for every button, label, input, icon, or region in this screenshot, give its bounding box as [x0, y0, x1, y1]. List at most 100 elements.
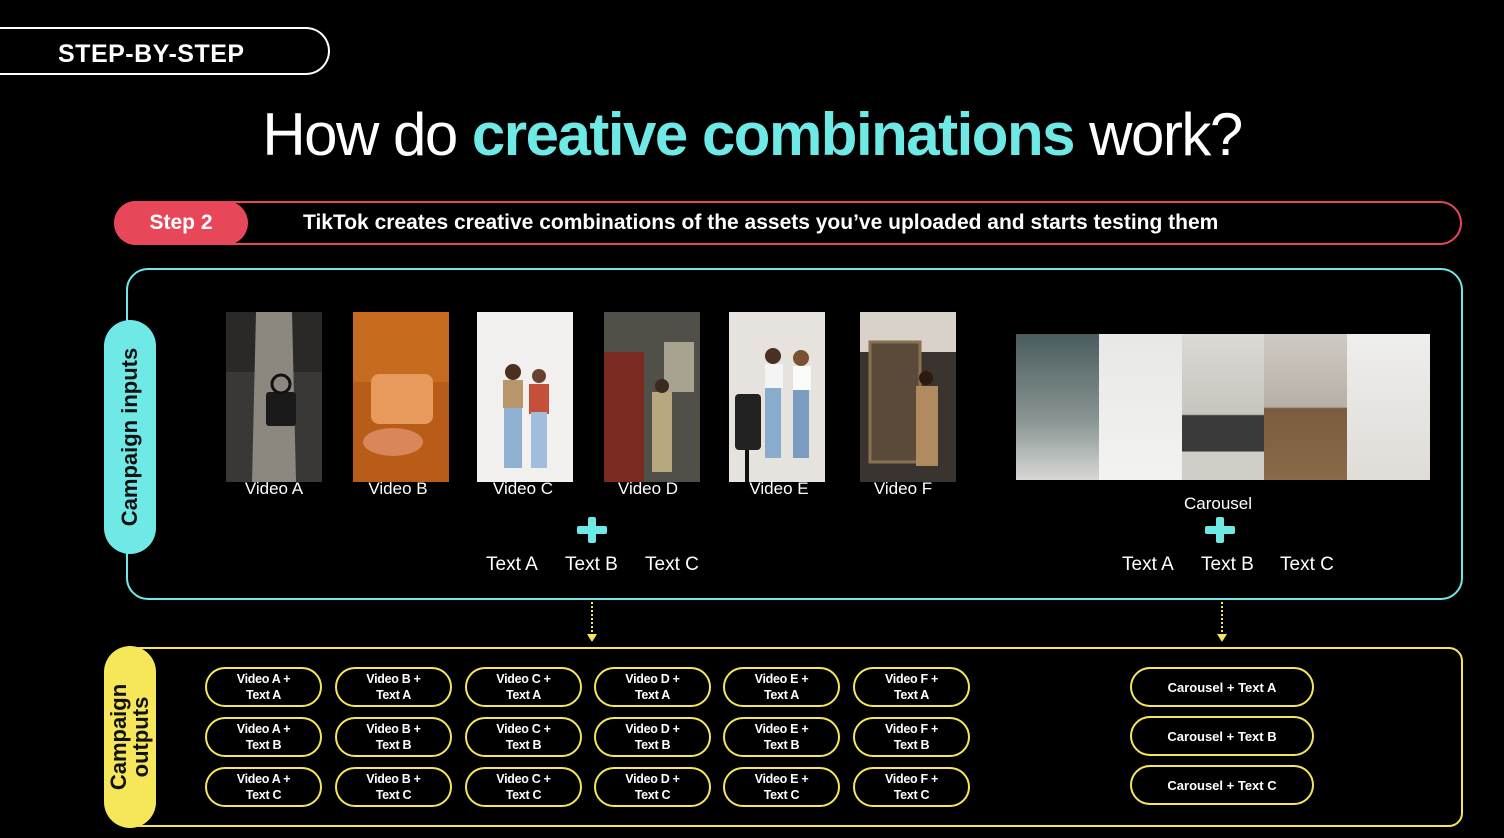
combo-text: Text C — [763, 788, 800, 802]
plus-icon-carousel — [1205, 517, 1235, 547]
combo-video: Video D + — [625, 772, 680, 786]
carousel-text-a: Text A — [1122, 554, 1174, 575]
video-a-thumbnail — [226, 312, 322, 482]
carousel-text-b: Text B — [1201, 554, 1254, 575]
video-f-thumbnail — [860, 312, 956, 482]
combo-text: Text A — [763, 688, 799, 702]
connector-carousel — [1221, 602, 1223, 632]
combo-text: Text C — [375, 788, 412, 802]
combo-text: Text B — [893, 738, 930, 752]
combo-video: Video B + — [366, 672, 421, 686]
video-text-a: Text A — [486, 554, 538, 575]
carousel-image-4 — [1264, 334, 1348, 480]
connector-videos — [591, 602, 593, 632]
combo-text: Text A — [634, 688, 670, 702]
output-combo-pill: Video F + Text A — [853, 667, 970, 707]
combo-text: Text B — [245, 738, 282, 752]
combo-video: Video E + — [754, 772, 809, 786]
combo-video: Video A + — [236, 722, 291, 736]
video-label-f: Video F — [873, 479, 933, 498]
step-label: Step 2 — [149, 211, 213, 234]
combo-video: Video A + — [236, 672, 291, 686]
combo-text: Text B — [763, 738, 800, 752]
output-combo-pill: Video C + Text A — [465, 667, 582, 707]
carousel-image-5 — [1347, 334, 1430, 480]
combo-text: Text B — [505, 738, 542, 752]
output-combo-pill: Video B + Text B — [335, 717, 452, 757]
video-label-d: Video D — [617, 479, 679, 498]
video-label-e: Video E — [749, 479, 809, 498]
video-label-b: Video B — [368, 479, 428, 498]
step-by-step-tag: STEP-BY-STEP — [0, 27, 330, 75]
combo-text: Text B — [375, 738, 412, 752]
campaign-inputs-label: Campaign inputs — [117, 347, 143, 527]
combo-text: Text A — [893, 688, 929, 702]
carousel-combo-a: Carousel + Text A — [1130, 667, 1314, 707]
combo-video: Video C + — [496, 722, 551, 736]
combo-video: Video B + — [366, 772, 421, 786]
combo-video: Video D + — [625, 722, 680, 736]
video-b-thumbnail — [353, 312, 449, 482]
title-part1: How do — [262, 101, 472, 168]
step-by-step-label: STEP-BY-STEP — [58, 40, 245, 68]
output-combo-pill: Video E + Text B — [723, 717, 840, 757]
combo-video: Video D + — [625, 672, 680, 686]
combo-video: Video C + — [496, 772, 551, 786]
combo-video: Video F + — [885, 672, 938, 686]
combo-video: Video A + — [236, 772, 291, 786]
combo-text: Text C — [245, 788, 282, 802]
output-combo-pill: Video C + Text B — [465, 717, 582, 757]
video-label-c: Video C — [492, 479, 554, 498]
title-part2: work? — [1073, 101, 1243, 168]
carousel-image-1 — [1016, 334, 1099, 480]
arrow-down-icon — [587, 634, 597, 642]
combo-text: Text A — [505, 688, 541, 702]
carousel-images — [1016, 334, 1430, 480]
combo-text: Text A — [375, 688, 411, 702]
combo-text: Text B — [634, 738, 671, 752]
output-combo-pill: Video D + Text A — [594, 667, 711, 707]
carousel-combo-c: Carousel + Text C — [1130, 765, 1314, 805]
combo-text: Text A — [245, 688, 281, 702]
video-label-a: Video A — [244, 479, 304, 498]
video-text-b: Text B — [565, 554, 618, 575]
campaign-outputs-pill: Campaign outputs — [104, 646, 156, 828]
output-combo-pill: Video F + Text B — [853, 717, 970, 757]
combo-video: Video E + — [754, 722, 809, 736]
page-title: How do creative combinations work? — [0, 100, 1504, 169]
combo-video: Video C + — [496, 672, 551, 686]
combo-video: Video B + — [366, 722, 421, 736]
output-combo-pill: Video E + Text C — [723, 767, 840, 807]
output-combo-pill: Video A + Text A — [205, 667, 322, 707]
video-d-thumbnail — [604, 312, 700, 482]
output-combo-pill: Video B + Text C — [335, 767, 452, 807]
carousel-image-3 — [1181, 334, 1265, 480]
plus-icon-videos — [577, 517, 607, 547]
output-combo-pill: Video A + Text C — [205, 767, 322, 807]
step-description: TikTok creates creative combinations of … — [303, 211, 1219, 234]
video-text-c: Text C — [645, 554, 699, 575]
campaign-outputs-label: Campaign outputs — [106, 683, 154, 791]
output-combo-pill: Video F + Text C — [853, 767, 970, 807]
arrow-down-icon — [1217, 634, 1227, 642]
output-combo-pill: Video C + Text C — [465, 767, 582, 807]
output-combo-pill: Video A + Text B — [205, 717, 322, 757]
output-combo-pill: Video E + Text A — [723, 667, 840, 707]
combo-text: Text C — [505, 788, 542, 802]
campaign-inputs-pill: Campaign inputs — [104, 320, 156, 554]
output-combo-pill: Video D + Text C — [594, 767, 711, 807]
step-label-pill: Step 2 — [114, 201, 248, 245]
video-c-thumbnail — [477, 312, 573, 482]
combo-text: Text C — [893, 788, 930, 802]
video-e-thumbnail — [729, 312, 825, 482]
output-combo-pill: Video D + Text B — [594, 717, 711, 757]
carousel-label: Carousel — [1183, 494, 1253, 513]
carousel-image-2 — [1098, 334, 1182, 480]
combo-text: Text C — [634, 788, 671, 802]
output-combo-pill: Video B + Text A — [335, 667, 452, 707]
combo-video: Video F + — [885, 722, 938, 736]
carousel-combo-b: Carousel + Text B — [1130, 716, 1314, 756]
combo-video: Video F + — [885, 772, 938, 786]
carousel-text-c: Text C — [1280, 554, 1334, 575]
combo-video: Video E + — [754, 672, 809, 686]
